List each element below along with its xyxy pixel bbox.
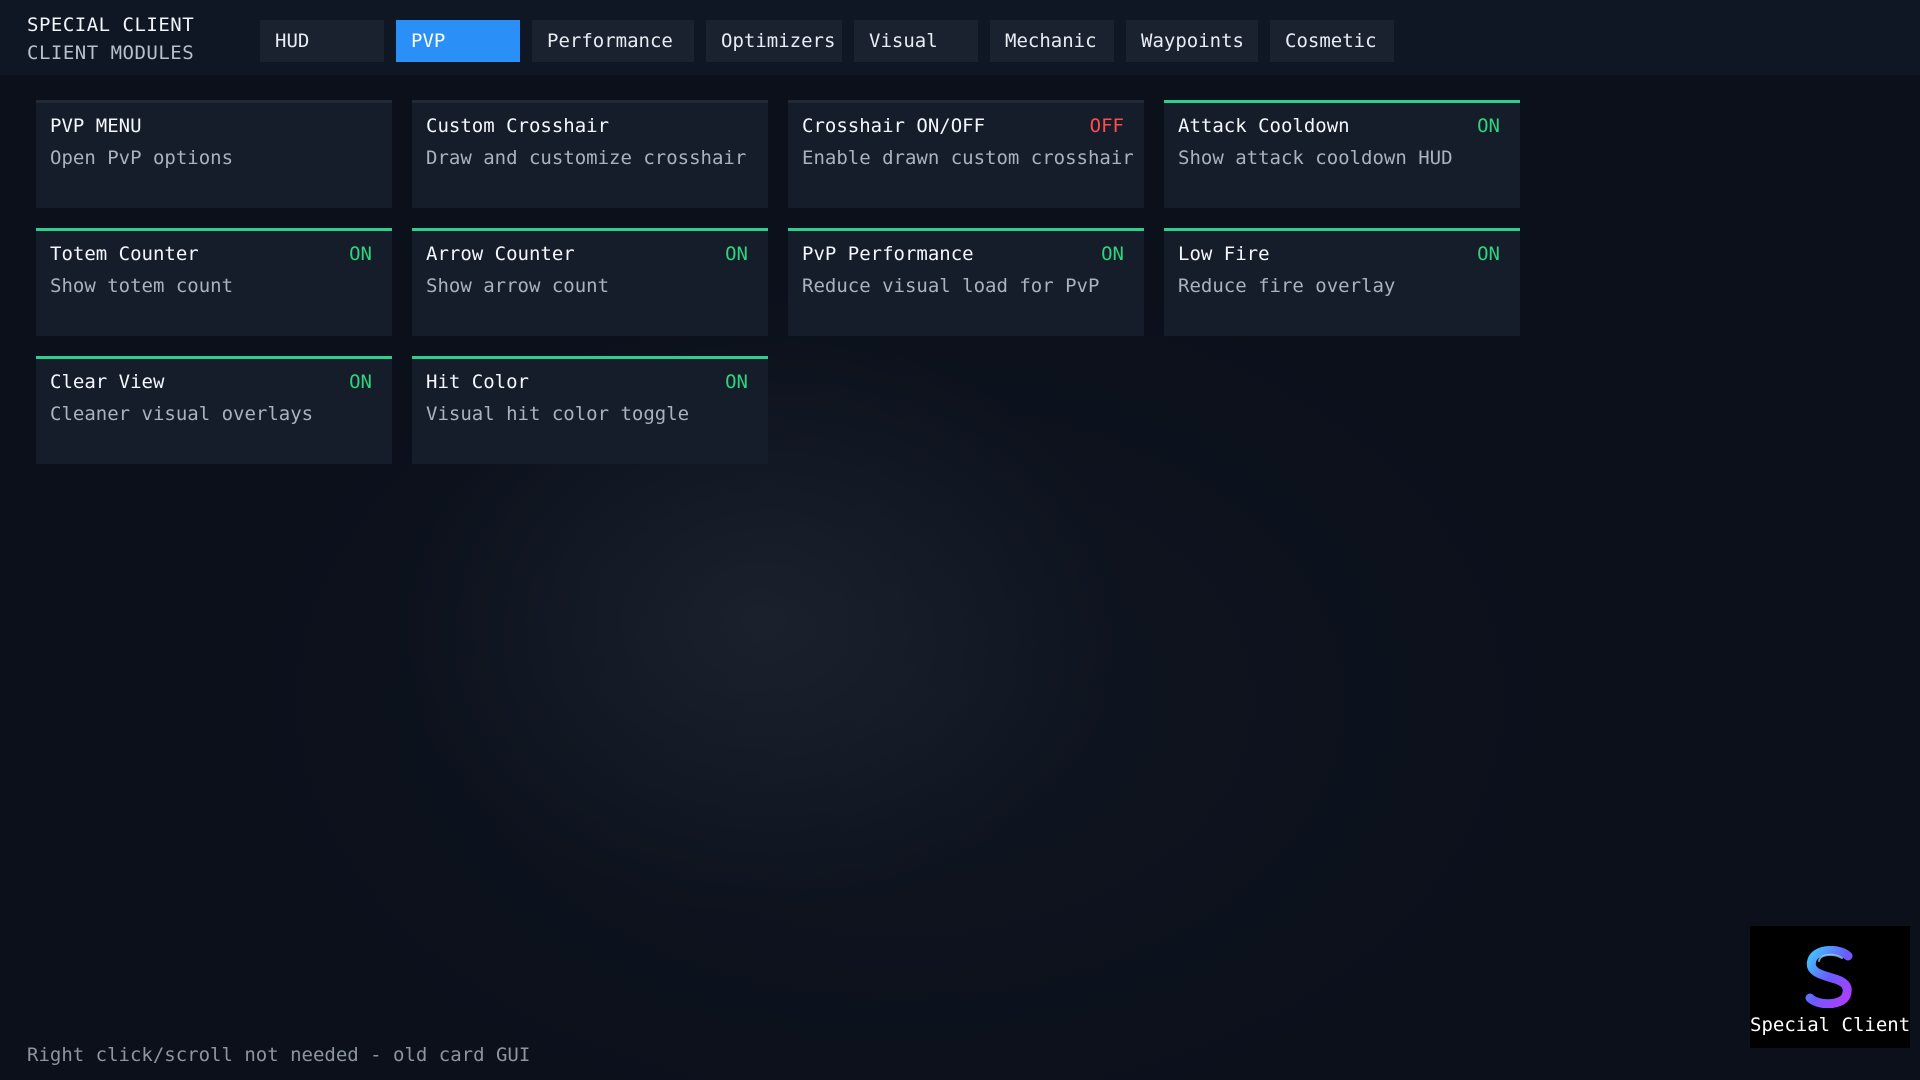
module-name: Clear View	[50, 371, 165, 393]
module-card-crosshair-on-off[interactable]: Crosshair ON/OFF OFF Enable drawn custom…	[788, 100, 1144, 208]
tab-label: Visual	[869, 30, 938, 52]
tab-label: Optimizers	[721, 30, 836, 52]
module-description: Visual hit color toggle	[426, 403, 690, 425]
module-status: ON	[1477, 115, 1500, 137]
tab-waypoints[interactable]: Waypoints	[1126, 20, 1258, 62]
module-description: Show arrow count	[426, 275, 610, 297]
module-name: Totem Counter	[50, 243, 199, 265]
module-card-hit-color[interactable]: Hit Color ON Visual hit color toggle	[412, 356, 768, 464]
module-status: ON	[349, 371, 372, 393]
module-status: OFF	[1089, 115, 1124, 137]
brand: SPECIAL CLIENT CLIENT MODULES	[27, 16, 194, 63]
client-logo-badge: Special Client	[1750, 926, 1910, 1048]
module-name: PvP Performance	[802, 243, 974, 265]
module-name: Low Fire	[1178, 243, 1270, 265]
module-name: Hit Color	[426, 371, 529, 393]
module-card-totem-counter[interactable]: Totem Counter ON Show totem count	[36, 228, 392, 336]
module-status: ON	[1101, 243, 1124, 265]
module-status: ON	[1477, 243, 1500, 265]
footer-hint: Right click/scroll not needed - old card…	[27, 1044, 531, 1066]
tab-hud[interactable]: HUD	[260, 20, 384, 62]
tab-cosmetic[interactable]: Cosmetic	[1270, 20, 1394, 62]
module-card-arrow-counter[interactable]: Arrow Counter ON Show arrow count	[412, 228, 768, 336]
tab-label: Waypoints	[1141, 30, 1244, 52]
module-description: Show totem count	[50, 275, 234, 297]
module-description: Open PvP options	[50, 147, 234, 169]
module-card-clear-view[interactable]: Clear View ON Cleaner visual overlays	[36, 356, 392, 464]
tab-performance[interactable]: Performance	[532, 20, 694, 62]
module-name: Arrow Counter	[426, 243, 575, 265]
tab-label: Cosmetic	[1285, 30, 1377, 52]
module-card-custom-crosshair[interactable]: Custom Crosshair Draw and customize cros…	[412, 100, 768, 208]
tab-label: Mechanic	[1005, 30, 1097, 52]
module-description: Show attack cooldown HUD	[1178, 147, 1453, 169]
tab-label: PVP	[411, 30, 446, 52]
module-status: ON	[725, 243, 748, 265]
module-status: ON	[725, 371, 748, 393]
module-description: Enable drawn custom crosshair	[802, 147, 1134, 169]
module-description: Reduce fire overlay	[1178, 275, 1396, 297]
module-description: Reduce visual load for PvP	[802, 275, 1100, 297]
module-card-pvp-performance[interactable]: PvP Performance ON Reduce visual load fo…	[788, 228, 1144, 336]
top-bar: SPECIAL CLIENT CLIENT MODULES HUD PVP Pe…	[0, 0, 1920, 76]
module-name: Crosshair ON/OFF	[802, 115, 986, 137]
s-logo-icon	[1805, 946, 1853, 1008]
module-card-attack-cooldown[interactable]: Attack Cooldown ON Show attack cooldown …	[1164, 100, 1520, 208]
client-modules-screen: SPECIAL CLIENT CLIENT MODULES HUD PVP Pe…	[0, 0, 1920, 1080]
tab-label: Performance	[547, 30, 673, 52]
module-description: Draw and customize crosshair	[426, 147, 747, 169]
tab-optimizers[interactable]: Optimizers	[706, 20, 842, 62]
module-name: Attack Cooldown	[1178, 115, 1350, 137]
brand-title: SPECIAL CLIENT	[27, 14, 195, 36]
module-status: ON	[349, 243, 372, 265]
tab-visual[interactable]: Visual	[854, 20, 978, 62]
logo-text: Special Client	[1750, 1014, 1911, 1036]
tab-mechanic[interactable]: Mechanic	[990, 20, 1114, 62]
brand-subtitle: CLIENT MODULES	[27, 42, 195, 64]
tab-pvp[interactable]: PVP	[396, 20, 520, 62]
module-name: Custom Crosshair	[426, 115, 610, 137]
tab-label: HUD	[275, 30, 310, 52]
module-name: PVP MENU	[50, 115, 142, 137]
module-card-pvp-menu[interactable]: PVP MENU Open PvP options	[36, 100, 392, 208]
module-card-low-fire[interactable]: Low Fire ON Reduce fire overlay	[1164, 228, 1520, 336]
module-description: Cleaner visual overlays	[50, 403, 314, 425]
